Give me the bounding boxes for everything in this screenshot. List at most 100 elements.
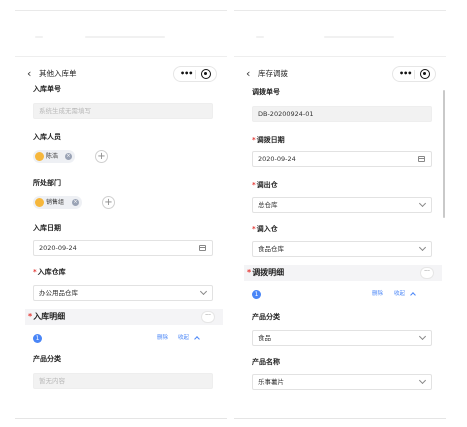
back-icon[interactable]: ‹ [246, 67, 250, 81]
required-mark: * [252, 225, 256, 233]
detail-section-title: *调拨明细 [247, 268, 284, 278]
doc-no-label: 入库单号 [33, 85, 61, 93]
required-mark: * [247, 268, 252, 277]
mini-program-capsule: ••• [392, 66, 436, 82]
status-area-divider [234, 10, 446, 11]
calendar-icon [199, 245, 206, 251]
page-title: 库存调拨 [258, 69, 288, 78]
nav-bar: ‹ 其他入库单 ••• [15, 66, 227, 84]
category-label: 产品分类 [33, 355, 61, 363]
calendar-icon [418, 156, 425, 162]
category-label: 产品分类 [252, 313, 280, 321]
transfer-date-field[interactable]: 2020-09-24 [252, 151, 432, 167]
out-warehouse-label-text: 调出仓 [256, 181, 278, 189]
add-person-plus-icon[interactable]: + [95, 150, 108, 163]
delete-link[interactable]: 删除 [372, 291, 383, 298]
chevron-down-icon [199, 287, 208, 296]
nav-divider [234, 56, 446, 57]
capsule-divider [195, 70, 196, 79]
dept-tag[interactable]: 销售组 × [33, 196, 82, 209]
required-mark: * [252, 136, 256, 144]
more-icon[interactable]: ··· [201, 311, 215, 323]
dept-avatar [35, 198, 44, 207]
chevron-down-icon [418, 376, 427, 385]
avatar [35, 152, 44, 161]
person-label: 入库人员 [33, 133, 61, 141]
detail-section-header: *调拨明细 ··· [244, 265, 442, 281]
more-dots-icon[interactable]: ••• [399, 70, 412, 78]
in-warehouse-label: *调入仓 [252, 225, 278, 234]
status-placeholder [256, 36, 264, 38]
chevron-up-icon[interactable] [194, 336, 200, 342]
date-value: 2020-09-24 [39, 244, 77, 252]
chevron-down-icon [418, 332, 427, 341]
status-placeholder [324, 36, 394, 38]
required-mark: * [252, 181, 256, 189]
target-icon[interactable] [420, 69, 430, 79]
person-tag[interactable]: 陈浩 × [33, 150, 75, 163]
transfer-no-value: DB-20200924-01 [258, 110, 314, 118]
right-phone-screen: ‹ 库存调拨 ••• 调拨单号 DB-20200924-01 *调拨日期 202… [234, 0, 446, 427]
collapse-link[interactable]: 收起 [394, 291, 405, 298]
dept-label: 所处部门 [33, 179, 61, 187]
status-placeholder [85, 36, 165, 38]
in-warehouse-value: 食品仓库 [258, 245, 284, 253]
detail-section-title-text: 调拨明细 [252, 268, 285, 277]
transfer-date-value: 2020-09-24 [258, 155, 296, 163]
transfer-no-label: 调拨单号 [252, 88, 280, 96]
target-icon[interactable] [201, 69, 211, 79]
date-field[interactable]: 2020-09-24 [33, 240, 213, 256]
bottom-divider [15, 418, 227, 419]
nav-divider [15, 56, 227, 57]
back-icon[interactable]: ‹ [27, 67, 31, 81]
warehouse-label-text: 入库仓库 [37, 268, 66, 276]
out-warehouse-label: *调出仓 [252, 181, 278, 190]
warehouse-label: *入库仓库 [33, 268, 66, 277]
more-icon[interactable]: ··· [420, 267, 434, 279]
required-mark: * [28, 312, 33, 321]
chevron-down-icon [418, 243, 427, 252]
more-dots-icon[interactable]: ••• [180, 70, 193, 78]
add-dept-plus-icon[interactable]: + [102, 196, 115, 209]
in-warehouse-label-text: 调入仓 [256, 225, 278, 233]
remove-tag-icon[interactable]: × [72, 199, 79, 206]
dept-tag-name: 销售组 [46, 199, 65, 206]
product-label: 产品名称 [252, 358, 280, 366]
category-field[interactable]: 暂无内容 [33, 373, 213, 389]
collapse-link[interactable]: 收起 [178, 335, 189, 342]
scrollbar[interactable] [443, 90, 445, 218]
out-warehouse-value: 总仓库 [258, 201, 278, 209]
warehouse-value: 办公用品仓库 [39, 289, 78, 297]
product-select[interactable]: 乐事薯片 [252, 374, 432, 390]
chevron-up-icon[interactable] [410, 292, 416, 298]
category-select[interactable]: 食品 [252, 330, 432, 346]
warehouse-select[interactable]: 办公用品仓库 [33, 285, 213, 301]
status-placeholder [35, 36, 43, 38]
item-index-badge: 1 [33, 334, 42, 343]
doc-no-field: 系统生成无需填写 [33, 103, 213, 119]
out-warehouse-select[interactable]: 总仓库 [252, 197, 432, 213]
detail-section-title: *入库明细 [28, 312, 65, 322]
remove-tag-icon[interactable]: × [65, 153, 72, 160]
chevron-down-icon [418, 199, 427, 208]
status-area-divider [15, 10, 227, 11]
doc-no-placeholder: 系统生成无需填写 [39, 107, 91, 115]
product-value: 乐事薯片 [258, 378, 284, 386]
date-label: 入库日期 [33, 224, 61, 232]
left-phone-screen: ‹ 其他入库单 ••• 入库单号 系统生成无需填写 入库人员 陈浩 × + 所处… [15, 0, 227, 427]
detail-section-header: *入库明细 ··· [25, 309, 223, 325]
capsule-divider [414, 70, 415, 79]
delete-link[interactable]: 删除 [157, 335, 168, 342]
detail-section-title-text: 入库明细 [33, 312, 66, 321]
category-value: 食品 [258, 334, 271, 342]
bottom-divider [234, 418, 446, 419]
item-index-badge: 1 [252, 290, 261, 299]
page-title: 其他入库单 [39, 69, 77, 78]
required-mark: * [33, 268, 37, 276]
transfer-date-label: *调拨日期 [252, 136, 285, 145]
nav-bar: ‹ 库存调拨 ••• [234, 66, 446, 84]
person-tag-name: 陈浩 [46, 153, 59, 160]
transfer-date-label-text: 调拨日期 [256, 136, 285, 144]
in-warehouse-select[interactable]: 食品仓库 [252, 241, 432, 257]
category-placeholder: 暂无内容 [39, 377, 65, 385]
